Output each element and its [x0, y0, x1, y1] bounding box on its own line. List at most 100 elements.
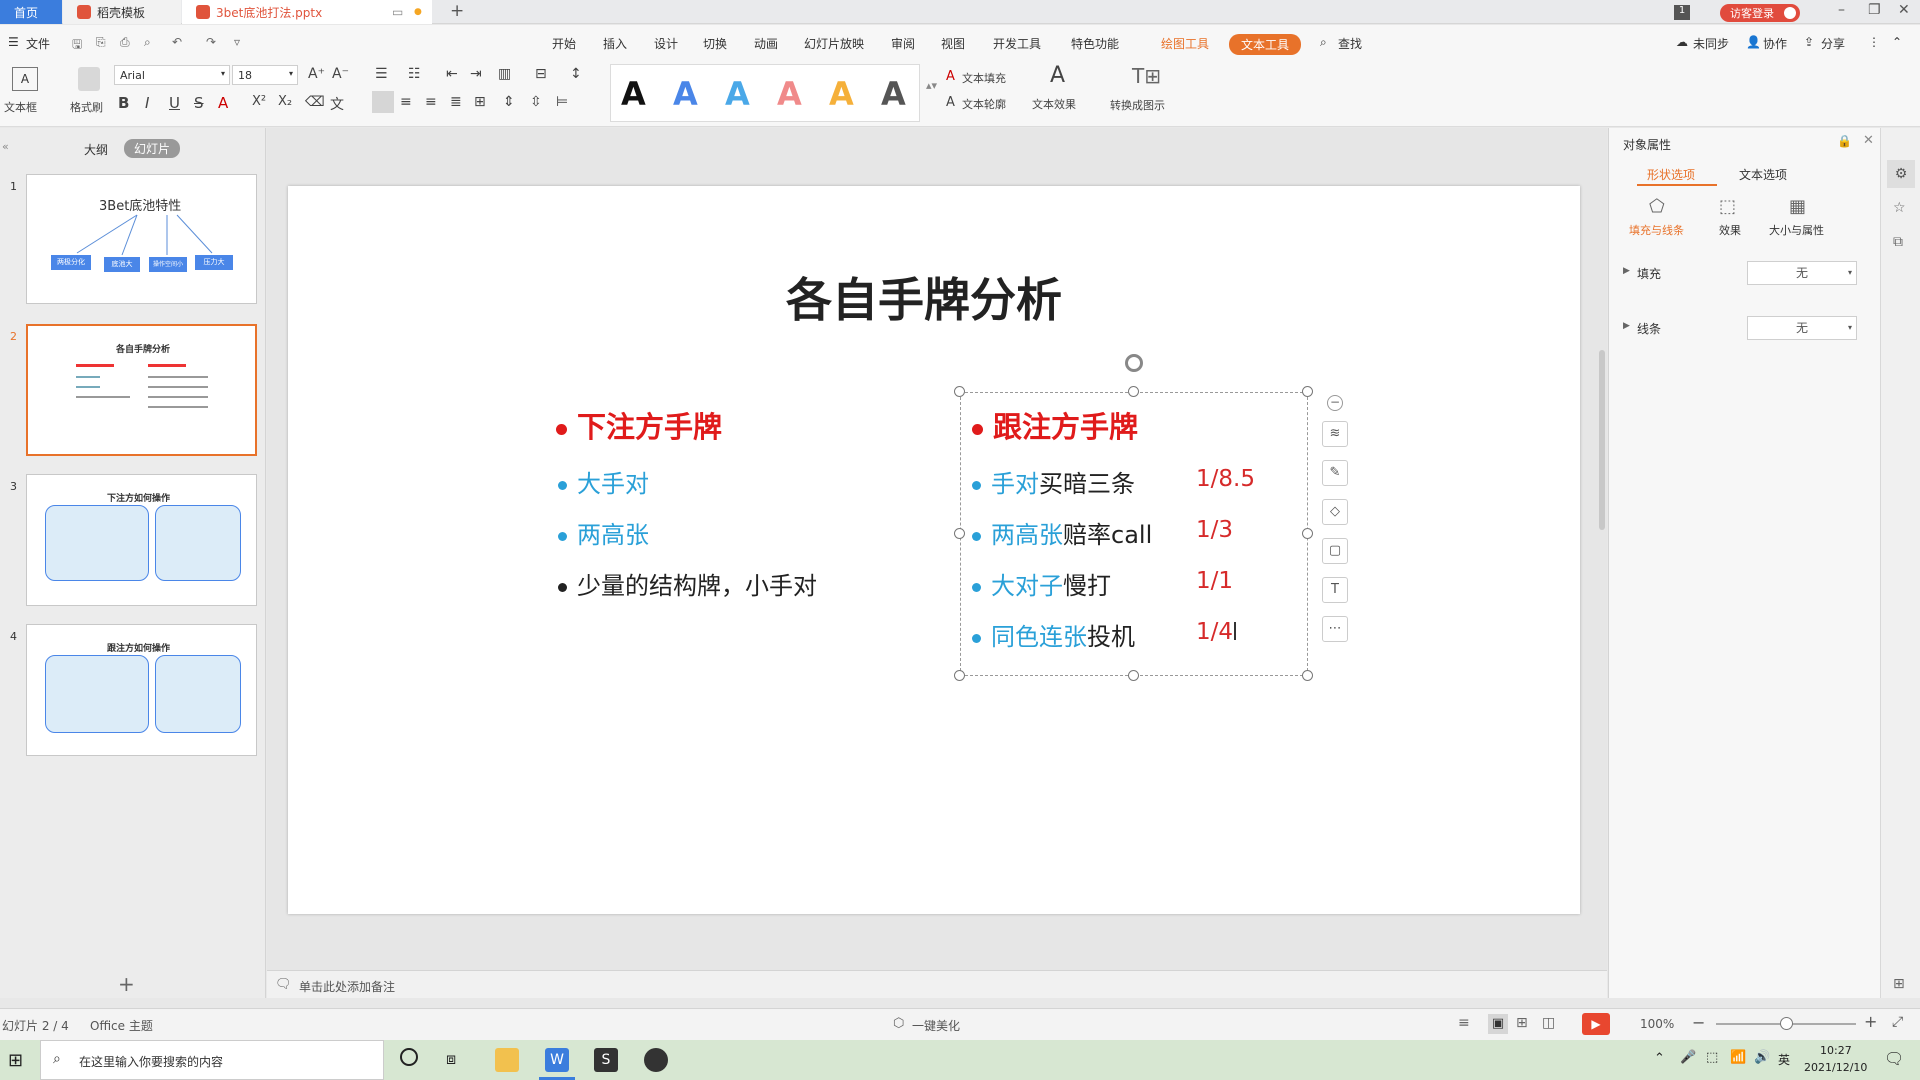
- notification-icon[interactable]: 🗨: [1884, 1049, 1904, 1068]
- normal-view-icon[interactable]: ▣: [1488, 1014, 1508, 1034]
- fill-select[interactable]: 无 ▾: [1747, 261, 1857, 285]
- align-left-icon[interactable]: [372, 91, 394, 113]
- line-select[interactable]: 无 ▾: [1747, 316, 1857, 340]
- resize-handle[interactable]: [1302, 670, 1313, 681]
- slide-title[interactable]: 各自手牌分析: [786, 264, 1062, 330]
- menu-slideshow[interactable]: 幻灯片放映: [804, 35, 864, 52]
- font-name-select[interactable]: Arial ▾: [114, 65, 230, 85]
- bullet-list-icon[interactable]: ☰: [375, 66, 388, 82]
- right-heading[interactable]: 跟注方手牌: [972, 404, 1138, 446]
- slide-thumbnail-2[interactable]: 各自手牌分析: [26, 324, 257, 456]
- menu-insert[interactable]: 插入: [603, 35, 627, 52]
- subtab-fill-line[interactable]: 填充与线条: [1629, 222, 1684, 238]
- resize-handle[interactable]: [954, 528, 965, 539]
- menu-review[interactable]: 审阅: [891, 35, 915, 52]
- para-spacing-icon[interactable]: ⇕: [503, 94, 515, 110]
- zoom-slider[interactable]: [1716, 1017, 1856, 1030]
- text-outline-icon[interactable]: A: [946, 95, 955, 110]
- rotate-handle-icon[interactable]: [1125, 354, 1143, 372]
- font-size-select[interactable]: 18 ▾: [232, 65, 298, 85]
- textbox-label[interactable]: 文本框: [4, 99, 37, 115]
- right-item-ratio[interactable]: 1/4: [1196, 619, 1233, 645]
- menu-transition[interactable]: 切换: [703, 35, 727, 52]
- text-fill-icon[interactable]: A: [946, 69, 955, 84]
- format-brush-icon[interactable]: [78, 67, 100, 91]
- text-effect-label[interactable]: 文本效果: [1032, 96, 1076, 112]
- expand-arrow-icon[interactable]: ▶: [1623, 266, 1630, 276]
- zoom-slider-thumb[interactable]: [1780, 1017, 1793, 1030]
- wps-icon[interactable]: W: [545, 1048, 569, 1072]
- strike-icon[interactable]: S: [194, 94, 204, 112]
- menu-view[interactable]: 视图: [941, 35, 965, 52]
- collapse-toolbar-icon[interactable]: −: [1327, 395, 1343, 411]
- shrink-font-icon[interactable]: A⁻: [332, 66, 349, 82]
- frame-icon[interactable]: ▢: [1322, 538, 1348, 564]
- italic-icon[interactable]: I: [145, 94, 149, 112]
- text-style-blue[interactable]: A: [673, 75, 698, 113]
- display-icon[interactable]: ⬚: [1706, 1050, 1718, 1065]
- subtab-effect[interactable]: 效果: [1719, 222, 1741, 238]
- text-effect-icon[interactable]: A: [1050, 63, 1065, 88]
- sorter-view-icon[interactable]: ⊞: [1516, 1015, 1528, 1031]
- microphone-icon[interactable]: 🎤: [1680, 1050, 1696, 1065]
- bold-icon[interactable]: B: [118, 94, 129, 112]
- textbox-icon[interactable]: A: [12, 67, 38, 91]
- resize-handle[interactable]: [1302, 386, 1313, 397]
- reading-view-icon[interactable]: ◫: [1542, 1015, 1555, 1031]
- login-button[interactable]: 访客登录: [1720, 4, 1800, 22]
- tab-shape-options[interactable]: 形状选项: [1647, 166, 1695, 183]
- font-color-icon[interactable]: A: [218, 94, 228, 112]
- convert-diagram-icon[interactable]: T⊞: [1132, 64, 1161, 88]
- tab-slides[interactable]: 幻灯片: [124, 139, 181, 158]
- superscript-icon[interactable]: X²: [252, 94, 266, 109]
- fill-line-icon[interactable]: ⬠: [1649, 196, 1665, 217]
- taskbar-search[interactable]: ⌕ 在这里输入你要搜索的内容: [40, 1040, 384, 1080]
- outdent-icon[interactable]: ⇤: [446, 66, 458, 82]
- menu-developer[interactable]: 开发工具: [993, 35, 1041, 52]
- text-style-black[interactable]: A: [621, 75, 646, 113]
- text-style-lightblue[interactable]: A: [725, 75, 750, 113]
- size-icon[interactable]: ▦: [1789, 196, 1806, 217]
- tab-document[interactable]: 3bet底池打法.pptx ▭ ●: [182, 0, 432, 24]
- distribute-icon[interactable]: ⊞: [474, 94, 486, 110]
- theme-name[interactable]: Office 主题: [90, 1017, 153, 1034]
- scrollbar-thumb[interactable]: [1599, 350, 1605, 530]
- play-slideshow-icon[interactable]: ▶: [1582, 1013, 1610, 1035]
- convert-diagram-label[interactable]: 转换成图示: [1110, 97, 1165, 113]
- right-item-ratio[interactable]: 1/1: [1196, 568, 1233, 594]
- right-item-2[interactable]: 两高张赔率call: [972, 515, 1152, 550]
- grow-font-icon[interactable]: A⁺: [308, 66, 325, 82]
- search-icon[interactable]: ⌕: [1320, 35, 1327, 50]
- clock-date[interactable]: 2021/12/10: [1804, 1061, 1867, 1074]
- layers-icon[interactable]: ≋: [1322, 421, 1348, 447]
- obs-icon[interactable]: [644, 1048, 668, 1072]
- columns-icon[interactable]: ▥: [498, 66, 511, 82]
- close-window-icon[interactable]: ✕: [1898, 2, 1910, 18]
- properties-icon[interactable]: ⚙: [1887, 160, 1915, 188]
- notes-toggle-icon[interactable]: ≡: [1458, 1015, 1470, 1031]
- align-center-icon[interactable]: ≡: [400, 94, 412, 110]
- eraser-icon[interactable]: ⌫: [305, 94, 325, 110]
- tab-outline[interactable]: 大纲: [84, 141, 108, 158]
- taskbar-search-placeholder[interactable]: 在这里输入你要搜索的内容: [79, 1053, 223, 1070]
- share-button[interactable]: 分享: [1821, 35, 1845, 52]
- justify-icon[interactable]: ≣: [450, 94, 462, 110]
- network-icon[interactable]: 📶: [1730, 1050, 1746, 1065]
- subscript-icon[interactable]: X₂: [278, 94, 292, 109]
- phonetic-icon[interactable]: 文: [330, 94, 344, 114]
- text-outline-label[interactable]: 文本轮廓: [962, 96, 1006, 112]
- resize-handle[interactable]: [954, 670, 965, 681]
- align-text-icon[interactable]: ⊨: [556, 94, 568, 110]
- line-label[interactable]: 线条: [1637, 320, 1661, 337]
- tray-expand-icon[interactable]: ⌃: [1654, 1051, 1665, 1066]
- add-slide-button[interactable]: +: [118, 972, 135, 996]
- zoom-in-icon[interactable]: +: [1864, 1012, 1877, 1031]
- slide-thumbnail-3[interactable]: 下注方如何操作: [26, 474, 257, 606]
- minimize-icon[interactable]: –: [1838, 2, 1845, 18]
- fit-window-icon[interactable]: ⤢: [1892, 1014, 1903, 1030]
- resize-handle[interactable]: [1128, 670, 1139, 681]
- subtab-size[interactable]: 大小与属性: [1769, 222, 1824, 238]
- right-item-4[interactable]: 同色连张投机: [972, 617, 1135, 652]
- left-heading[interactable]: 下注方手牌: [556, 404, 722, 446]
- line-height-icon[interactable]: ⇳: [530, 94, 542, 110]
